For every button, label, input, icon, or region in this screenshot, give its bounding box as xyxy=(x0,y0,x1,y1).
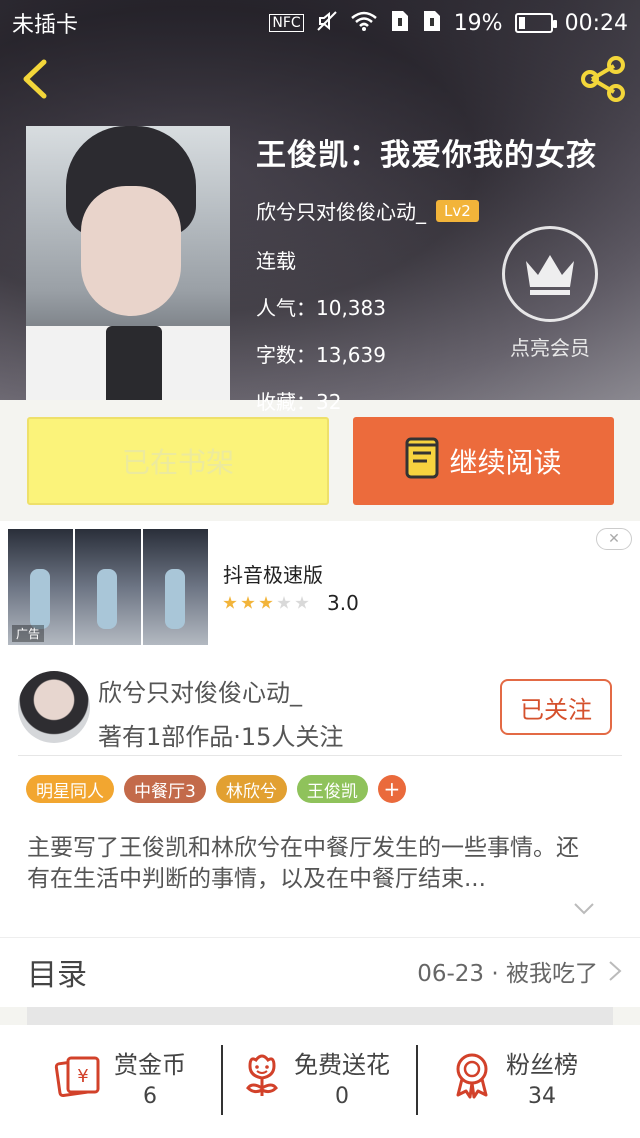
add-tag-icon[interactable]: + xyxy=(377,775,406,803)
reward-coin-button[interactable]: ¥ 赏金币 6 xyxy=(54,1045,186,1109)
ad-close-icon[interactable]: ✕ xyxy=(596,528,632,550)
ad-banner[interactable]: 广告 抖音极速版 3.0 ✕ xyxy=(0,521,640,657)
tag-item[interactable]: 中餐厅3 xyxy=(124,775,206,803)
vip-label: 点亮会员 xyxy=(510,336,590,360)
ad-app-name[interactable]: 抖音极速版 xyxy=(223,559,323,588)
toc-label: 目录 xyxy=(27,958,87,993)
star-icon xyxy=(295,596,309,609)
status-bar: 未插卡 NFC 19% 00:24 xyxy=(0,0,640,46)
level-badge: Lv2 xyxy=(436,199,479,222)
reward-coin-label: 赏金币 xyxy=(114,1051,186,1079)
fan-ranking-button[interactable]: 粉丝榜 34 xyxy=(450,1045,578,1109)
coin-card-icon: ¥ xyxy=(54,1052,102,1102)
fan-ranking-label: 粉丝榜 xyxy=(506,1051,578,1079)
latest-chapter: 06-23 · 被我吃了 xyxy=(417,961,598,987)
reward-coin-count: 6 xyxy=(143,1084,157,1109)
star-icon xyxy=(259,596,273,609)
tag-item[interactable]: 林欣兮 xyxy=(215,775,287,803)
author-stats: 著有1部作品·15人关注 xyxy=(98,723,344,751)
table-of-contents-row[interactable]: 目录 06-23 · 被我吃了 xyxy=(0,937,640,1007)
avatar[interactable] xyxy=(18,671,90,743)
followed-button[interactable]: 已关注 xyxy=(500,679,612,735)
star-icon xyxy=(241,596,255,609)
book-icon xyxy=(405,437,439,486)
fan-ranking-count: 34 xyxy=(528,1084,556,1109)
divider xyxy=(221,1045,223,1115)
medal-icon xyxy=(450,1051,494,1103)
star-icon xyxy=(277,596,291,609)
tag-item[interactable]: 明星同人 xyxy=(26,775,114,803)
clock-time: 00:24 xyxy=(564,10,628,36)
author-card: 欣兮只对俊俊心动_ 著有1部作品·15人关注 已关注 明星同人 中餐厅3 林欣兮… xyxy=(0,657,640,937)
mute-icon xyxy=(316,10,338,37)
free-flower-count: 0 xyxy=(335,1084,349,1109)
star-icon xyxy=(223,596,237,609)
book-description[interactable]: 主要写了王俊凯和林欣兮在中餐厅发生的一些事情。还有在生活中判断的事情，以及在中餐… xyxy=(27,833,597,895)
book-author[interactable]: 欣兮只对俊俊心动_ xyxy=(256,196,426,225)
book-title: 王俊凯：我爱你我的女孩 xyxy=(256,138,597,173)
tag-item[interactable]: 王俊凯 xyxy=(296,775,368,803)
vip-button[interactable]: 点亮会员 xyxy=(500,226,600,361)
flower-icon xyxy=(242,1052,282,1102)
ad-rating-value: 3.0 xyxy=(327,591,359,615)
crown-icon xyxy=(502,226,598,322)
svg-text:¥: ¥ xyxy=(77,1066,88,1087)
tag-list: 明星同人 中餐厅3 林欣兮 王俊凯 + xyxy=(26,775,406,803)
carrier-text: 未插卡 xyxy=(12,13,79,38)
nfc-icon: NFC xyxy=(269,14,304,32)
share-icon[interactable] xyxy=(578,54,628,104)
free-flower-button[interactable]: 免费送花 0 xyxy=(242,1045,390,1109)
ad-rating: 3.0 xyxy=(223,591,359,615)
sim1-icon xyxy=(390,9,410,38)
author-name[interactable]: 欣兮只对俊俊心动_ xyxy=(98,673,302,708)
chevron-down-icon[interactable] xyxy=(573,901,595,915)
battery-icon xyxy=(514,13,557,33)
divider xyxy=(416,1045,418,1115)
back-arrow-icon[interactable] xyxy=(18,58,54,100)
divider xyxy=(18,755,622,756)
continue-reading-button[interactable]: 继续阅读 xyxy=(353,417,614,505)
divider xyxy=(27,1007,613,1025)
battery-percent: 19% xyxy=(453,10,503,36)
support-bar: ¥ 赏金币 6 免费送花 0 粉丝榜 34 xyxy=(0,1025,640,1138)
continue-reading-label: 继续阅读 xyxy=(449,446,562,479)
wifi-icon xyxy=(350,10,378,37)
chevron-right-icon xyxy=(608,960,622,982)
action-bar: 已在书架 继续阅读 xyxy=(0,400,640,520)
sim2-icon xyxy=(422,9,442,38)
book-cover-image[interactable] xyxy=(26,126,230,400)
free-flower-label: 免费送花 xyxy=(294,1051,390,1079)
ad-tag: 广告 xyxy=(12,625,45,642)
favorites-stat: 收藏：32 xyxy=(256,390,342,414)
in-bookshelf-button[interactable]: 已在书架 xyxy=(27,417,329,505)
